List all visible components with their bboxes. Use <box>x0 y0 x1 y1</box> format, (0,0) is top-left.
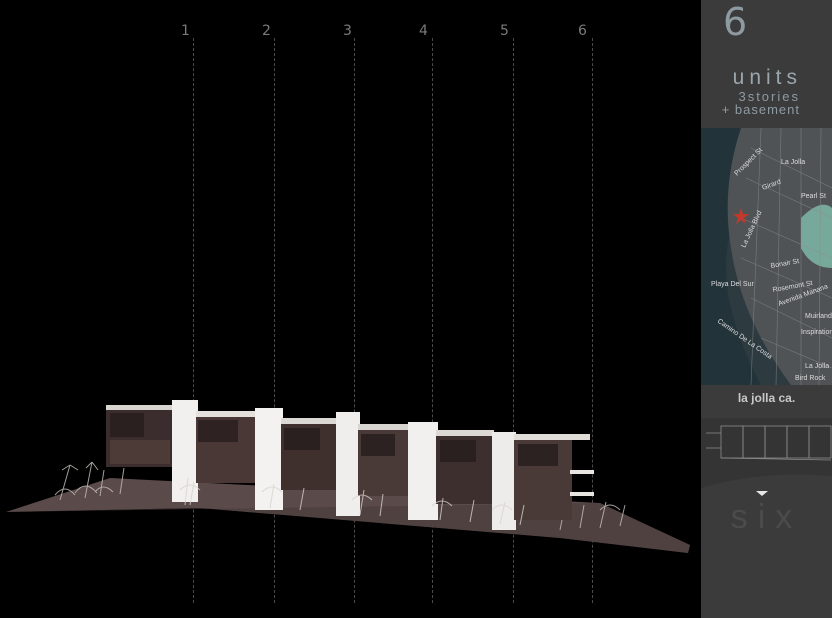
scroll-down-arrow-icon[interactable] <box>756 491 768 496</box>
unit-count: 6 <box>723 0 748 44</box>
architectural-model-image <box>6 400 690 553</box>
basement-text: + basement <box>721 102 800 117</box>
unit-number-2[interactable]: 2 <box>262 23 271 39</box>
units-heading: units <box>732 66 802 89</box>
unit-number-5[interactable]: 5 <box>500 23 509 39</box>
location-map[interactable]: Prospect St La Jolla Girard Pearl St La … <box>701 128 832 385</box>
svg-text:Inspiration: Inspiration <box>801 329 832 336</box>
svg-text:Bird Rock: Bird Rock <box>795 375 826 382</box>
location-label: la jolla ca. <box>737 391 796 405</box>
svg-text:Muirlands: Muirlands <box>805 313 832 320</box>
unit-number-4[interactable]: 4 <box>419 23 428 39</box>
unit-number-6[interactable]: 6 <box>578 23 587 39</box>
site-plan-thumbnail[interactable] <box>701 418 832 488</box>
svg-text:Pearl St: Pearl St <box>801 193 826 200</box>
model-stage: 1 2 3 4 5 6 <box>0 0 701 618</box>
svg-text:La Jolla: La Jolla <box>805 363 829 370</box>
svg-text:La Jolla: La Jolla <box>781 159 805 166</box>
unit-number-1[interactable]: 1 <box>181 23 190 39</box>
footer-word: six <box>730 498 803 536</box>
info-sidebar: 6 units 3stories + basement Prospect St … <box>701 0 832 618</box>
svg-text:Playa Del Sur: Playa Del Sur <box>711 281 754 288</box>
unit-number-3[interactable]: 3 <box>343 23 352 39</box>
